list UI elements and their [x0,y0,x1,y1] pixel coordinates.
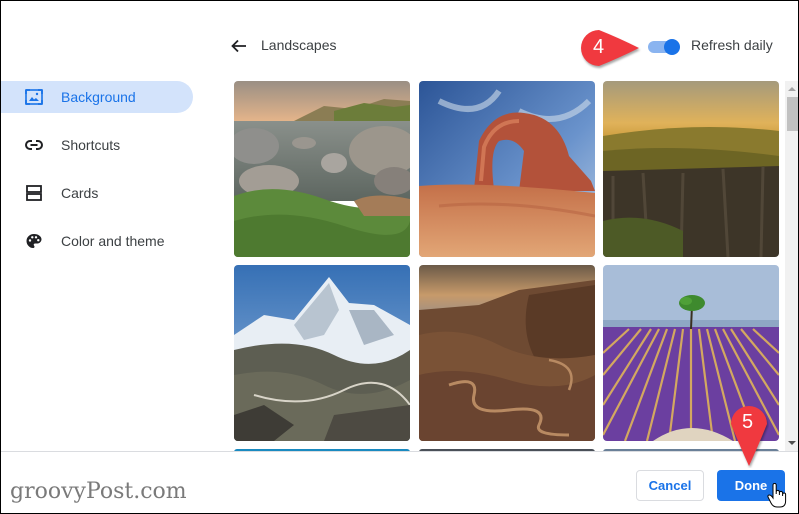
toggle-knob [664,39,680,55]
scroll-down-arrow-icon[interactable] [788,441,796,445]
sidebar-item-color-and-theme[interactable]: Color and theme [1,225,193,257]
snowy-mountain-image [234,265,410,441]
tile-red-arch[interactable] [419,81,595,257]
callout-4-marker [581,30,639,66]
hand-cursor-icon [767,483,787,508]
watermark: groovyPost.com [10,479,187,504]
link-icon [25,140,43,150]
lake-rocks-image [234,81,410,257]
sidebar-item-cards[interactable]: Cards [1,177,193,209]
callout-5: 5 [729,402,769,468]
tile-canyon-cliffs[interactable] [603,81,779,257]
callout-5-number: 5 [742,411,754,433]
red-arch-image [419,81,595,257]
sidebar-item-label: Shortcuts [61,137,121,153]
callout-4: 4 [575,26,645,70]
back-arrow-icon[interactable] [230,37,248,55]
winding-road-valley-image [419,265,595,441]
customize-dialog: Background Shortcuts Cards Color and the… [0,0,799,514]
palette-icon [26,234,42,248]
canyon-cliffs-image [603,81,779,257]
sidebar-item-shortcuts[interactable]: Shortcuts [1,129,193,161]
sidebar-item-label: Color and theme [61,233,165,249]
sidebar-item-label: Cards [61,185,99,201]
cancel-button[interactable]: Cancel [636,470,704,501]
sidebar-item-label: Background [61,89,136,105]
collection-title: Landscapes [261,37,337,53]
tile-snowy-mountain[interactable] [234,265,410,441]
tile-lake-rocks[interactable] [234,81,410,257]
gallery-scrollbar[interactable] [785,81,798,451]
scroll-thumb[interactable] [787,97,798,131]
refresh-daily-toggle[interactable] [648,39,682,55]
image-icon [25,89,43,105]
refresh-daily-label: Refresh daily [691,37,773,53]
sidebar-item-background[interactable]: Background [1,81,193,113]
tile-winding-road-valley[interactable] [419,265,595,441]
cards-icon [26,185,42,201]
scroll-up-arrow-icon[interactable] [788,87,796,91]
callout-4-number: 4 [593,36,605,58]
footer-divider [1,451,798,452]
